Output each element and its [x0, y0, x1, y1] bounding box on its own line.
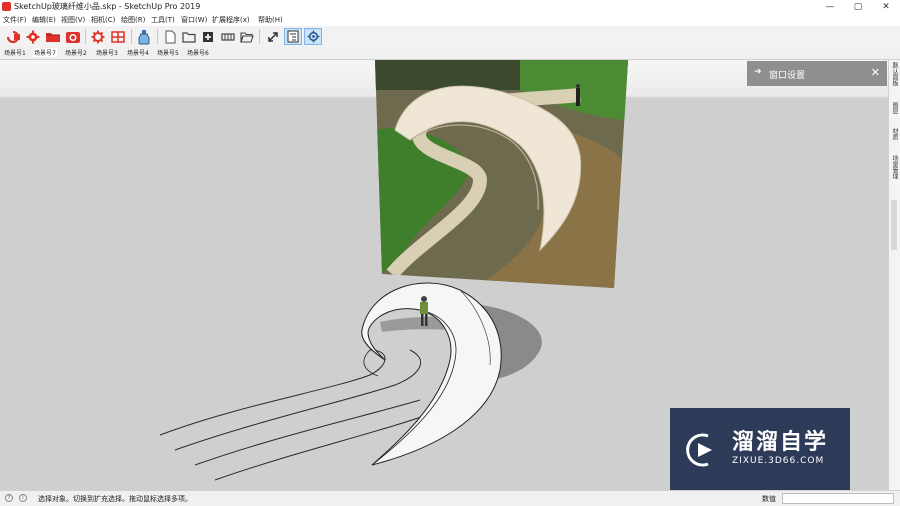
- window-settings-title: 窗口设置: [769, 71, 806, 81]
- scene-tabs: 场景号1 场景号7 场景号2 场景号3 场景号4 场景号5 场景号6: [0, 47, 900, 60]
- reference-photo: [375, 60, 628, 288]
- arrow-right-icon: ➜: [754, 67, 762, 77]
- watermark-url: ZIXUE.3D66.COM: [732, 456, 825, 466]
- menu-camera[interactable]: 相机(C): [91, 15, 115, 25]
- menu-view[interactable]: 视图(V): [61, 15, 85, 25]
- geo-location-icon[interactable]: ?: [5, 494, 13, 502]
- tab-scene-3[interactable]: 场景号3: [95, 48, 119, 57]
- document-icon[interactable]: [161, 28, 179, 45]
- menu-draw[interactable]: 绘图(R): [121, 15, 145, 25]
- sketchup-app-icon: [2, 2, 11, 11]
- bottle-icon[interactable]: [135, 28, 153, 45]
- menu-file[interactable]: 文件(F): [3, 15, 27, 25]
- tray-tab-layers[interactable]: 图层: [890, 102, 899, 114]
- menu-extensions[interactable]: 扩展程序(x): [212, 15, 250, 25]
- close-button[interactable]: ✕: [872, 0, 900, 14]
- tray-scrollbar[interactable]: [891, 200, 897, 250]
- tab-scene-4[interactable]: 场景号4: [126, 48, 150, 57]
- right-tray: 默认面板 图层 材质 场景管理: [888, 60, 900, 490]
- minimize-button[interactable]: —: [816, 0, 844, 14]
- menu-help[interactable]: 帮助(H): [258, 15, 283, 25]
- title-bar: SketchUp玻璃纤维小品.skp - SketchUp Pro 2019 —…: [0, 0, 900, 14]
- menu-edit[interactable]: 编辑(E): [32, 15, 56, 25]
- sketchup-logo-icon[interactable]: [5, 28, 23, 45]
- tab-scene-1[interactable]: 场景号1: [3, 48, 27, 57]
- measurements-input[interactable]: [782, 493, 894, 504]
- info-icon[interactable]: i: [19, 494, 27, 502]
- tab-scene-5[interactable]: 场景号5: [156, 48, 180, 57]
- maximize-button[interactable]: ▢: [844, 0, 872, 14]
- window-settings-panel[interactable]: ➜ 窗口设置 ✕: [747, 61, 887, 86]
- gear-icon[interactable]: [24, 28, 42, 45]
- play-logo-icon: [686, 433, 712, 467]
- camera-red-icon[interactable]: [64, 28, 82, 45]
- tray-tab-scenes[interactable]: 场景管理: [890, 155, 899, 179]
- measurements-label: 数值: [762, 495, 776, 503]
- status-bar: ? i 选择对象。切换到扩充选择。拖动鼠标选择多项。 数值: [0, 490, 900, 506]
- grid-icon[interactable]: [109, 28, 127, 45]
- status-hint: 选择对象。切换到扩充选择。拖动鼠标选择多项。: [38, 495, 192, 503]
- watermark-brand: 溜溜自学: [732, 430, 829, 455]
- shell-sculpture: [361, 282, 502, 466]
- scale-icon[interactable]: [219, 28, 237, 45]
- main-toolbar: [0, 26, 900, 48]
- outliner-icon[interactable]: [284, 28, 302, 45]
- open-folder-icon[interactable]: [238, 28, 256, 45]
- close-icon[interactable]: ✕: [871, 66, 880, 79]
- folder-red-icon[interactable]: [44, 28, 62, 45]
- tab-scene-2[interactable]: 场景号2: [64, 48, 88, 57]
- path-curves: [159, 349, 441, 481]
- maximize-icon[interactable]: [264, 28, 282, 45]
- watermark-logo: 溜溜自学 ZIXUE.3D66.COM: [670, 408, 850, 493]
- tray-tab-materials[interactable]: 材质: [890, 128, 899, 140]
- menu-window[interactable]: 窗口(W): [181, 15, 207, 25]
- tab-scene-7[interactable]: 场景号7: [33, 48, 57, 57]
- folder-icon[interactable]: [180, 28, 198, 45]
- settings-icon[interactable]: [304, 28, 322, 45]
- menu-bar: 文件(F) 编辑(E) 视图(V) 相机(C) 绘图(R) 工具(T) 窗口(W…: [0, 14, 900, 26]
- plus-box-icon[interactable]: [199, 28, 217, 45]
- window-title: SketchUp玻璃纤维小品.skp - SketchUp Pro 2019: [14, 2, 201, 11]
- menu-tools[interactable]: 工具(T): [151, 15, 175, 25]
- settings-red-icon[interactable]: [89, 28, 107, 45]
- tray-tab-default[interactable]: 默认面板: [890, 62, 899, 86]
- tab-scene-6[interactable]: 场景号6: [186, 48, 210, 57]
